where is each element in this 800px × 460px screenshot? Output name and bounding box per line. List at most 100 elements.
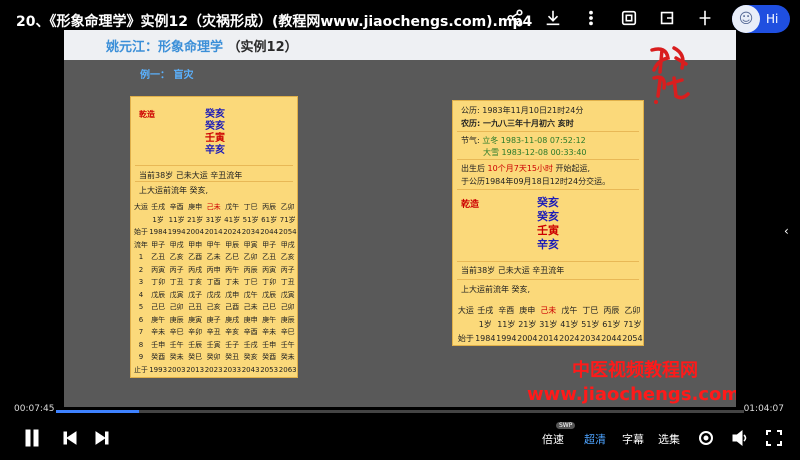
table-cell: 壬寅 — [206, 340, 221, 349]
table-row: 1岁 11岁 21岁 31岁 41岁 51岁 61岁 71岁 — [133, 214, 297, 227]
table-cell: 壬戌 — [477, 305, 494, 315]
table-row: 7 辛未 辛巳 辛卯 辛丑 辛亥 辛酉 辛未 辛巳 — [133, 326, 297, 339]
day-pillar: 壬寅 — [205, 133, 225, 144]
shenjige-logo — [650, 46, 690, 104]
divider — [457, 131, 639, 132]
table-cell: 丙辰 — [243, 265, 258, 274]
table-cell: 壬申 — [262, 340, 277, 349]
share-icon[interactable] — [506, 9, 524, 27]
video-frame[interactable]: 姚元江：形象命理学 （实例12） 例一： 盲灾 乾造 癸亥 癸亥 壬寅 辛亥 当… — [64, 30, 736, 407]
jieqi-label: 节气: — [461, 136, 480, 145]
table-row: 流年 甲子 甲戌 甲申 甲午 甲辰 甲寅 甲子 甲戌 — [133, 239, 297, 252]
table-cell: 丙辰 — [603, 305, 620, 315]
table-cell: 5 — [138, 303, 144, 312]
assistant-button[interactable]: ☺ Hi — [732, 5, 790, 33]
table-cell: 2024 — [559, 333, 580, 343]
table-cell: 乙酉 — [188, 253, 203, 262]
table-cell: 6 — [138, 315, 144, 324]
day-pillar: 壬寅 — [537, 224, 559, 237]
table-row: 大运 壬戌 辛酉 庚申 己未 戊午 丁巳 丙辰 乙卯 — [457, 303, 643, 317]
mini-window-icon[interactable] — [658, 9, 676, 27]
table-cell: 2054 — [622, 333, 643, 343]
table-cell: 1岁 — [152, 215, 164, 224]
table-row: 6 庚午 庚辰 庚寅 庚子 庚戌 庚申 庚午 庚辰 — [133, 314, 297, 327]
bazi-card-right: 公历: 1983年11月10日21时24分 农历: 一九八三年十月初六 亥时 节… — [452, 100, 644, 346]
bazi-card-left: 乾造 癸亥 癸亥 壬寅 辛亥 当前38岁 己未大运 辛丑流年 上大运前流年 癸亥… — [130, 96, 298, 378]
watermark-chinese: 中医视频教程网 — [572, 360, 698, 381]
table-cell: 甲寅 — [243, 240, 258, 249]
table-cell: 2014 — [204, 228, 223, 237]
luck-table: 大运 壬戌 辛酉 庚申 己未 戊午 丁巳 丙辰 乙卯 1岁 11岁 21岁 31岁 41岁 51岁 61岁 71… — [133, 201, 297, 376]
table-cell: 己未 — [206, 203, 221, 212]
table-cell: 壬午 — [169, 340, 184, 349]
subtitle-button[interactable]: 字幕 — [622, 431, 644, 447]
table-cell: 大运 — [457, 305, 474, 315]
speed-button[interactable]: 倍速 — [542, 431, 564, 447]
table-cell: 甲辰 — [225, 240, 240, 249]
table-cell: 乙卯 — [280, 203, 295, 212]
table-cell: 2033 — [223, 365, 242, 374]
table-cell: 61岁 — [602, 319, 621, 329]
table-cell: 戊戌 — [206, 290, 221, 299]
chart-label: 乾造 — [461, 200, 480, 210]
episodes-button[interactable]: 选集 — [658, 431, 680, 447]
table-cell: 壬戌 — [151, 203, 166, 212]
table-cell: 2044 — [260, 228, 279, 237]
table-cell: 丙寅 — [151, 265, 166, 274]
more-icon[interactable] — [582, 9, 600, 27]
table-cell: 辛酉 — [498, 305, 515, 315]
pin-icon[interactable] — [696, 9, 714, 27]
table-cell: 庚午 — [151, 315, 166, 324]
year-pillar: 癸亥 — [205, 109, 225, 120]
side-collapse-icon[interactable]: ‹ — [784, 224, 789, 238]
current-age-line: 当前38岁 己未大运 辛丑流年 — [139, 171, 243, 180]
table-cell: 1 — [138, 253, 144, 262]
table-cell: 9 — [138, 353, 144, 362]
settings-button[interactable] — [696, 428, 716, 448]
table-cell: 2 — [138, 265, 144, 274]
slide-author: 姚元江：形象命理学 — [106, 40, 224, 55]
previous-button[interactable] — [60, 428, 80, 448]
screenshot-icon[interactable] — [620, 9, 638, 27]
table-cell: 71岁 — [623, 319, 642, 329]
previous-luck-line: 上大运前流年 癸亥, — [461, 285, 531, 294]
table-row: 1岁 11岁 21岁 31岁 41岁 51岁 61岁 71岁 — [457, 317, 643, 331]
top-toolbar — [506, 9, 714, 27]
watermark-url: www.jiaochengs.com — [527, 384, 736, 405]
next-button[interactable] — [92, 428, 112, 448]
table-cell: 21岁 — [187, 215, 204, 224]
fullscreen-button[interactable] — [764, 428, 784, 448]
example-label: 例一： 盲灾 — [140, 70, 194, 81]
table-cell: 辛未 — [262, 328, 277, 337]
table-cell: 庚申 — [519, 305, 536, 315]
table-cell: 丁卯 — [262, 278, 277, 287]
table-cell: 己亥 — [206, 303, 221, 312]
table-cell: 丙申 — [206, 265, 221, 274]
table-cell: 辛巳 — [280, 328, 295, 337]
table-cell: 2063 — [278, 365, 297, 374]
table-cell: 1984 — [475, 333, 496, 343]
table-cell: 戊辰 — [262, 290, 277, 299]
table-cell: 流年 — [133, 240, 148, 249]
quality-button[interactable]: 超清 — [584, 431, 606, 447]
download-icon[interactable] — [544, 9, 562, 27]
table-cell: 51岁 — [581, 319, 600, 329]
table-row: 3 丁卯 丁丑 丁亥 丁酉 丁未 丁巳 丁卯 丁丑 — [133, 276, 297, 289]
table-cell: 壬午 — [280, 340, 295, 349]
table-cell: 41岁 — [224, 215, 241, 224]
table-cell: 己巳 — [151, 303, 166, 312]
table-cell — [133, 214, 149, 227]
hour-pillar: 辛亥 — [537, 238, 559, 251]
pause-button[interactable] — [22, 428, 42, 448]
assistant-avatar-icon: ☺ — [732, 5, 760, 33]
table-cell: 甲申 — [188, 240, 203, 249]
table-cell: 甲戌 — [169, 240, 184, 249]
table-cell: 丁酉 — [206, 278, 221, 287]
progress-bar[interactable] — [56, 410, 744, 413]
table-cell: 乙卯 — [243, 253, 258, 262]
volume-button[interactable] — [730, 428, 750, 448]
table-cell: 庚申 — [243, 315, 258, 324]
table-cell: 戊午 — [243, 290, 258, 299]
table-cell: 癸卯 — [206, 353, 221, 362]
divider — [135, 181, 293, 182]
